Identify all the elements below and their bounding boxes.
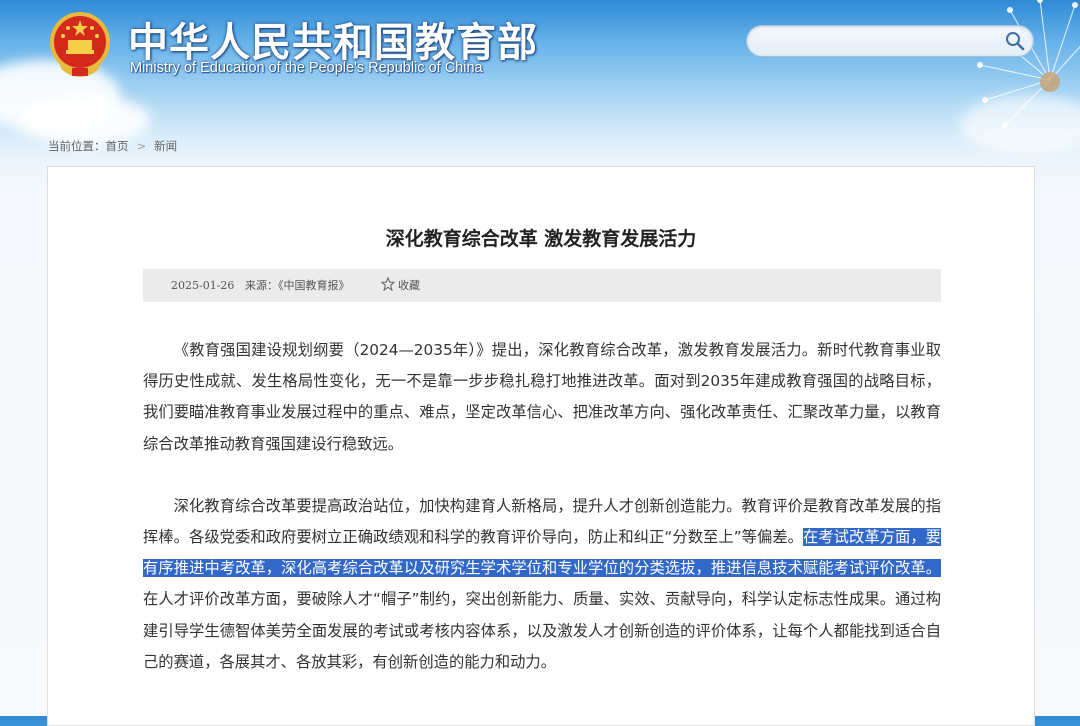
breadcrumb-home-link[interactable]: 首页: [106, 139, 129, 153]
breadcrumb: 当前位置：首页 > 新闻: [48, 138, 177, 154]
star-icon: [381, 277, 395, 291]
article-meta-bar: 2025-01-26 来源：《中国教育报》 收藏: [143, 269, 941, 302]
article-title: 深化教育综合改革 激发教育发展活力: [385, 228, 697, 250]
breadcrumb-news-link[interactable]: 新闻: [154, 139, 177, 153]
paragraph-text: 在人才评价改革方面，要破除人才“帽子”制约，突出创新能力、质量、实效、贡献导向，…: [143, 590, 941, 671]
breadcrumb-prefix: 当前位置：: [48, 139, 106, 153]
search-box: [746, 25, 1034, 57]
favorite-label: 收藏: [398, 279, 420, 292]
favorite-button[interactable]: 收藏: [381, 269, 420, 302]
site-header: 中华人民共和国教育部 Ministry of Education of the …: [0, 0, 1080, 140]
article-card: 深化教育综合改革 激发教育发展活力 2025-01-26 来源：《中国教育报》 …: [47, 166, 1035, 726]
search-input[interactable]: [759, 30, 1003, 52]
site-subtitle: Ministry of Education of the People's Re…: [130, 60, 483, 76]
national-emblem-icon[interactable]: [48, 10, 112, 80]
article-source: 来源：《中国教育报》: [245, 279, 350, 292]
article-body: 《教育强国建设规划纲要（2024—2035年）》提出，深化教育综合改革，激发教育…: [143, 335, 941, 678]
article-paragraph: 《教育强国建设规划纲要（2024—2035年）》提出，深化教育综合改革，激发教育…: [143, 341, 941, 453]
article-paragraph: 深化教育综合改革要提高政治站位，加快构建育人新格局，提升人才创新创造能力。教育评…: [143, 491, 941, 678]
search-icon[interactable]: [1005, 31, 1025, 51]
article-date: 2025-01-26: [171, 279, 235, 292]
breadcrumb-separator: >: [136, 139, 147, 153]
